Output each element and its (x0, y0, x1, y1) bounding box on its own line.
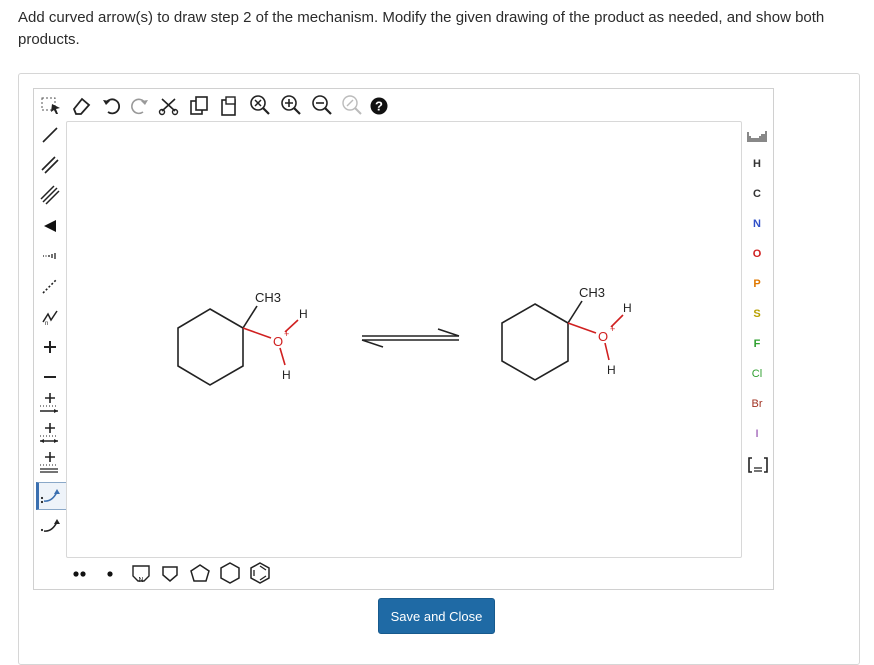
product-oxygen-label: O (598, 329, 608, 344)
mechanism-drawing: CH3 O + H H CH3 O + H H (177, 285, 632, 386)
element-o[interactable]: O (747, 248, 767, 260)
svg-text:N: N (138, 577, 143, 584)
radical-icon[interactable] (100, 566, 120, 582)
heterocycle-icon[interactable]: N (130, 562, 152, 584)
element-f[interactable]: F (747, 338, 767, 350)
product-charge-label: + (610, 324, 615, 334)
element-n[interactable]: N (747, 218, 767, 230)
element-p[interactable]: P (747, 278, 767, 290)
reactant-charge-label: + (284, 329, 289, 339)
product-molecule[interactable]: CH3 O + H H (501, 285, 632, 381)
cyclohexane-icon[interactable] (218, 561, 242, 585)
element-cl[interactable]: Cl (747, 368, 767, 380)
product-methyl-label: CH3 (579, 285, 605, 300)
element-br[interactable]: Br (747, 398, 767, 410)
product-h-top-label: H (623, 301, 632, 315)
bracket-icon[interactable] (747, 456, 769, 474)
cyclobutane-icon[interactable] (160, 563, 180, 583)
reactant-methyl-label: CH3 (255, 290, 281, 305)
equilibrium-arrow[interactable] (361, 328, 460, 348)
benzene-icon[interactable] (248, 561, 272, 585)
product-h-bottom-label: H (607, 363, 616, 377)
element-h[interactable]: H (747, 158, 767, 170)
reactant-h-top-label: H (299, 307, 308, 321)
reactant-h-bottom-label: H (282, 368, 291, 382)
element-s[interactable]: S (747, 308, 767, 320)
reactant-oxygen-label: O (273, 334, 283, 349)
reactant-molecule[interactable]: CH3 O + H H (177, 290, 308, 386)
cyclopentane-icon[interactable] (189, 562, 211, 584)
element-i[interactable]: I (747, 428, 767, 440)
element-c[interactable]: C (747, 188, 767, 200)
save-and-close-button[interactable]: Save and Close (378, 598, 495, 634)
periodic-table-icon[interactable] (746, 128, 768, 144)
lone-pair-icon[interactable] (70, 566, 90, 582)
